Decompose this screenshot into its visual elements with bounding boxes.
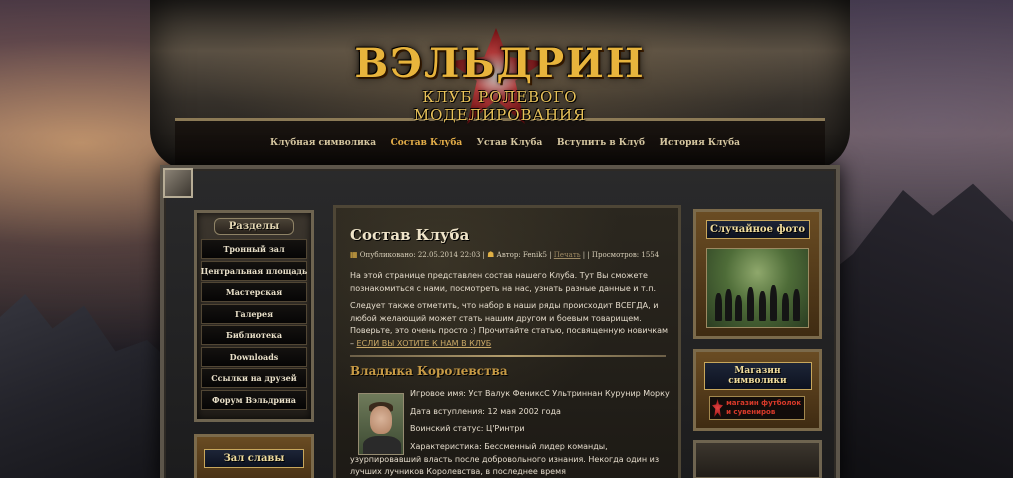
corner-ornament-icon [163,168,193,198]
sidebar-item-downloads[interactable]: Downloads [201,346,307,367]
random-photo-panel: Случайное фото [693,209,822,339]
view-count: Просмотров: 1554 [591,251,660,259]
sidebar-item-throne-hall[interactable]: Тронный зал [201,239,307,259]
nav-club-members[interactable]: Состав Клуба [391,138,463,154]
author-name: Автор: Fenik5 [496,251,547,259]
member-game-name: Игровое имя: Уст Валук ФениксС Ультринна… [410,389,670,398]
member-status: Воинский статус: Ц'Ринтри [410,424,525,433]
sidebar-item-central-square[interactable]: Центральная площадь [201,260,307,281]
content-divider [350,355,666,357]
sections-heading: Разделы [214,218,294,235]
shop-logo-icon [712,399,724,417]
sections-menu: Тронный зал Центральная площадь Мастерск… [197,239,311,410]
article-content: Состав Клуба ▦ Опубликовано: 22.05.2014 … [333,205,681,478]
member-join-date: Дата вступления: 12 мая 2002 года [410,407,561,416]
random-photo-heading: Случайное фото [705,220,810,239]
calendar-icon: ▦ [350,250,358,259]
sidebar-item-gallery[interactable]: Галерея [201,303,307,324]
member-bio: Характеристика: Бессменный лидер команды… [350,442,660,476]
published-date: Опубликовано: 22.05.2014 22:03 [359,251,481,259]
sections-panel: Разделы Тронный зал Центральная площадь … [194,210,314,422]
shop-banner-link[interactable]: магазин футболок и сувениров [709,396,805,420]
background-mountains-right [813,183,1013,478]
shop-panel: Магазин символики магазин футболок и сув… [693,349,822,431]
shop-banner-text: магазин футболок и сувениров [726,399,802,416]
nav-join-club[interactable]: Вступить в Клуб [557,138,645,154]
nav-club-history[interactable]: История Клуба [660,138,740,154]
top-navigation: Клубная символика Состав Клуба Устав Клу… [270,138,740,154]
right-panel-bottom [693,440,822,478]
intro-paragraph: На этой странице представлен состав наше… [350,271,656,293]
join-club-link[interactable]: ЕСЛИ ВЫ ХОТИТЕ К НАМ В КЛУБ [357,339,492,348]
sidebar-item-library[interactable]: Библиотека [201,325,307,345]
sidebar-item-forum[interactable]: Форум Вэльдрина [201,389,307,410]
print-link[interactable]: Печать [554,251,581,259]
author-icon: ☗ [487,250,495,259]
recruit-paragraph: Следует также отметить, что набор в наши… [350,300,670,350]
site-logo-subtitle: КЛУБ РОЛЕВОГО МОДЕЛИРОВАНИЯ [413,88,587,124]
hall-of-fame-panel: Зал славы [194,434,314,478]
sidebar-item-workshop[interactable]: Мастерская [201,282,307,302]
site-logo-title[interactable]: ВЭЛЬДРИН [340,40,660,87]
nav-club-symbols[interactable]: Клубная символика [270,138,376,154]
article-meta: ▦ Опубликовано: 22.05.2014 22:03 | ☗ Авт… [350,250,660,259]
sidebar-item-friends-links[interactable]: Ссылки на друзей [201,368,307,388]
article-title: Состав Клуба [350,226,470,244]
random-photo-image[interactable] [706,248,809,328]
section-title: Владыка Королевства [350,364,508,378]
nav-club-charter[interactable]: Устав Клуба [477,138,543,154]
shop-heading: Магазин символики [703,362,812,390]
hall-of-fame-heading: Зал славы [204,449,304,468]
